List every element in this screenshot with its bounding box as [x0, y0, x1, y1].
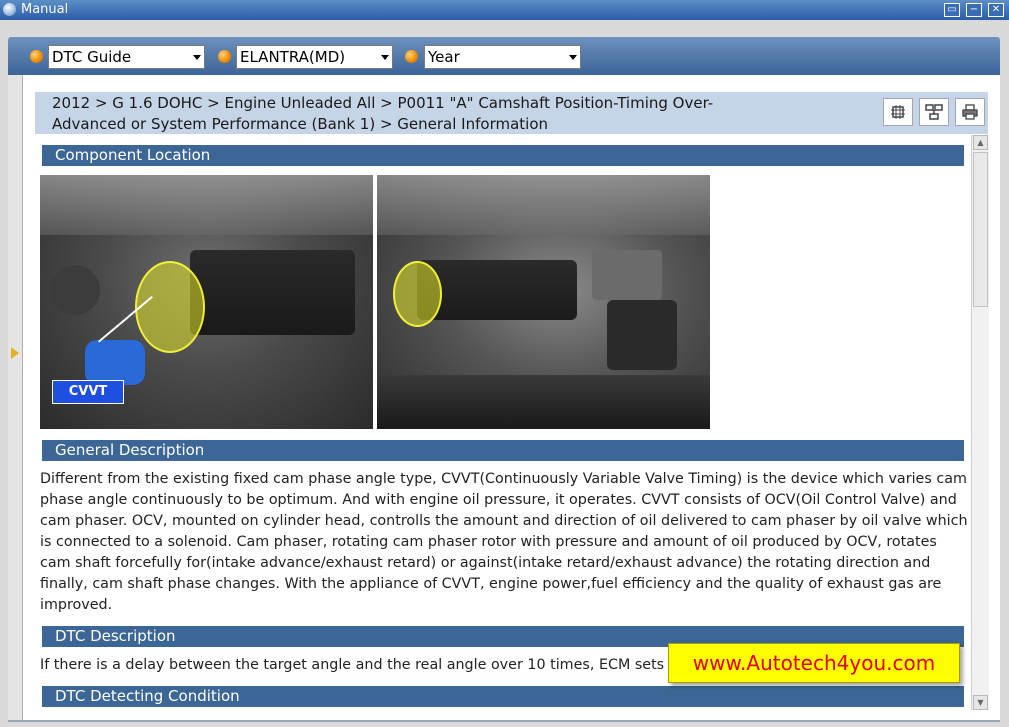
radiator-support — [377, 375, 710, 429]
app-icon — [3, 3, 16, 16]
breadcrumb-line-2: Advanced or System Performance (Bank 1) … — [52, 115, 549, 133]
breadcrumb-bar: 2012 > G 1.6 DOHC > Engine Unleaded All … — [35, 92, 988, 134]
expand-arrow-icon[interactable] — [11, 347, 19, 359]
guide-select[interactable]: DTC Guide — [48, 45, 205, 69]
left-panel-strip[interactable] — [8, 75, 23, 720]
orange-dot-icon — [405, 50, 418, 63]
watermark-banner: www.Autotech4you.com — [668, 643, 960, 683]
content-pane: 2012 > G 1.6 DOHC > Engine Unleaded All … — [23, 75, 1000, 720]
settings-button[interactable] — [883, 98, 913, 126]
model-select-value: ELANTRA(MD) — [240, 48, 346, 66]
orange-dot-icon — [30, 50, 43, 63]
cvvt-highlight — [393, 261, 442, 327]
print-icon — [962, 104, 978, 120]
orange-dot-icon — [218, 50, 231, 63]
general-description-text: Different from the existing fixed cam ph… — [40, 471, 968, 613]
maximize-button[interactable]: ▭ — [944, 3, 960, 17]
section-general-description: General Description — [42, 440, 964, 461]
guide-select-value: DTC Guide — [52, 48, 132, 66]
cvvt-highlight — [135, 261, 205, 353]
cvvt-label: CVVT — [52, 380, 124, 404]
section-dtc-detecting-condition: DTC Detecting Condition — [42, 686, 964, 707]
scrollbar-thumb[interactable] — [973, 152, 988, 307]
network-button[interactable] — [919, 98, 949, 126]
window-title: Manual — [21, 2, 69, 17]
engine-photo-right — [377, 175, 710, 429]
strut-mount — [50, 265, 100, 315]
section-component-location: Component Location — [42, 145, 964, 166]
hood-area — [377, 175, 710, 235]
year-select-value: Year — [428, 48, 460, 66]
settings-icon — [891, 105, 905, 119]
engine-photo-left: CVVT — [40, 175, 373, 429]
coolant-reservoir — [85, 340, 145, 385]
air-filter-box — [607, 300, 677, 370]
hood-area — [40, 175, 373, 235]
close-button[interactable]: ✕ — [988, 3, 1004, 17]
minimize-button[interactable]: − — [966, 3, 982, 17]
dropdown-arrow-icon — [381, 55, 389, 60]
engine-cover — [190, 250, 355, 335]
window-titlebar: Manual ▭ − ✕ — [0, 0, 1009, 21]
model-select[interactable]: ELANTRA(MD) — [236, 45, 393, 69]
scroll-up-arrow-icon[interactable]: ▲ — [973, 135, 988, 150]
battery — [592, 250, 662, 300]
breadcrumb-line-1: 2012 > G 1.6 DOHC > Engine Unleaded All … — [52, 94, 714, 112]
print-button[interactable] — [955, 98, 985, 126]
vertical-scrollbar[interactable]: ▲ ▼ — [971, 135, 989, 710]
selection-toolbar: DTC Guide ELANTRA(MD) Year — [8, 37, 1000, 75]
dtc-description-text: If there is a delay between the target a… — [40, 657, 665, 673]
scroll-down-arrow-icon[interactable]: ▼ — [973, 695, 988, 710]
breadcrumb: 2012 > G 1.6 DOHC > Engine Unleaded All … — [52, 93, 812, 135]
dropdown-arrow-icon — [569, 55, 577, 60]
dropdown-arrow-icon — [193, 55, 201, 60]
year-select[interactable]: Year — [424, 45, 581, 69]
network-icon — [925, 104, 943, 120]
bottom-border — [8, 720, 1000, 722]
